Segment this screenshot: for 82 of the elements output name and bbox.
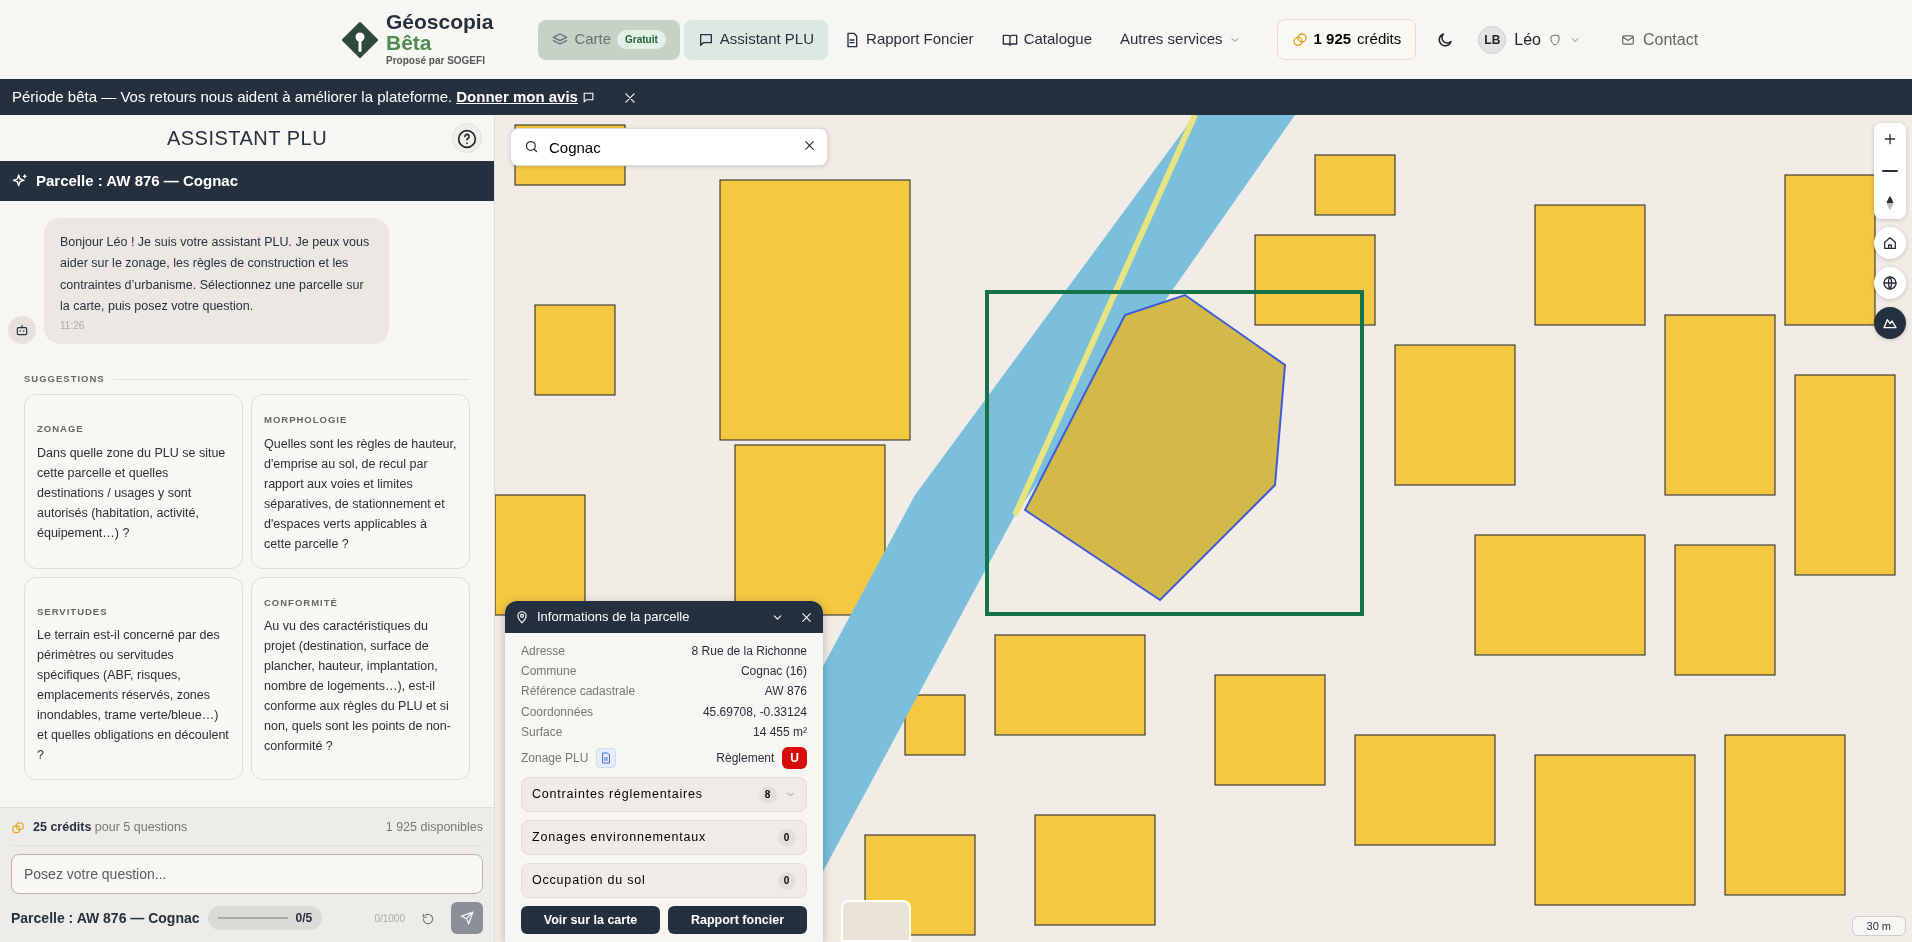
count-badge: 0 — [778, 828, 796, 847]
close-icon — [800, 610, 813, 624]
field-value: 8 Rue de la Richonne — [691, 642, 807, 660]
map-drawing[interactable] — [495, 115, 1912, 942]
nav-tab[interactable]: Assistant PLU — [683, 19, 829, 60]
field-label: Référence cadastrale — [521, 683, 636, 701]
envelope-icon — [1621, 32, 1635, 47]
question-quota: 0/5 — [207, 906, 323, 930]
action-button[interactable]: Rapport foncier — [668, 906, 807, 934]
map-control-button[interactable] — [1874, 187, 1906, 219]
message-time: 11:26 — [60, 319, 86, 333]
accordion-header[interactable]: Occupation du sol 0 — [521, 863, 807, 898]
globe-icon — [1882, 275, 1898, 291]
document-icon — [600, 751, 613, 764]
zone-badge[interactable]: U — [782, 746, 807, 769]
feedback-link[interactable]: Donner mon avis — [456, 85, 578, 109]
chat-message: Bonjour Léo ! Je suis votre assistant PLU. Je peux vous aider sur le zonage, les règles de construction et les contraintes d’urbanisme. Sélectionnez une parcelle sur la carte, puis posez votre question. 11:26 — [44, 218, 389, 344]
question-field[interactable]: Posez votre question... — [11, 854, 483, 894]
user-avatar: LB — [1478, 25, 1507, 54]
suggestion-card[interactable]: MORPHOLOGIE Quelles sont les règles de hauteur, d'emprise au sol, de recul par rapport aux voies et limites séparatives, de stationnement et d'espaces verts applicables à cette parcelle ? — [251, 394, 470, 569]
accordion-header[interactable]: Contraintes réglementaires 8 — [521, 777, 807, 812]
zoom-in-icon — [1882, 131, 1898, 147]
field-value: 14 455 m² — [752, 724, 807, 742]
nav-tab[interactable]: Catalogue — [989, 19, 1104, 60]
field-label: Zonage PLU — [521, 749, 589, 767]
clear-button[interactable] — [803, 139, 816, 152]
help-icon — [457, 128, 477, 149]
shield-icon — [1549, 33, 1561, 46]
chat-bubble-icon — [697, 31, 714, 48]
map-search-field[interactable]: Cognac — [510, 128, 828, 166]
free-badge: Gratuit — [617, 30, 666, 49]
close-icon — [622, 90, 637, 105]
search-icon — [524, 139, 539, 154]
diamond-pin-logo-icon — [342, 20, 378, 59]
parcel-label: Parcelle : AW 876 — Cognac — [11, 908, 200, 928]
sparkles-icon — [12, 173, 28, 189]
help-button[interactable] — [452, 123, 482, 153]
tagline: Proposé par SOGEFI — [386, 54, 486, 68]
coins-icon — [1291, 31, 1308, 48]
robot-icon — [15, 323, 29, 337]
field-label: Surface — [521, 724, 563, 742]
send-icon — [460, 911, 474, 925]
nav-tab[interactable]: Autres services — [1108, 19, 1253, 60]
layers-icon — [552, 31, 569, 48]
accordion-header[interactable]: Zonages environnementaux 0 — [521, 820, 807, 855]
count-badge: 8 — [759, 785, 777, 804]
map-pin-icon — [515, 609, 529, 624]
document-button[interactable] — [596, 747, 617, 768]
parcel-title: Parcelle : AW 876 — Cognac — [36, 170, 239, 191]
user-menu-button[interactable]: LB Léo — [1466, 19, 1593, 60]
field-value: Cognac (16) — [740, 663, 807, 681]
panel-title: ASSISTANT PLU — [166, 126, 328, 151]
basemap-thumbnail[interactable] — [841, 900, 911, 942]
credits-available: 1 925 disponibles — [385, 819, 483, 837]
close-icon — [803, 139, 816, 152]
count-badge: 0 — [778, 871, 796, 890]
field-label: Règlement — [716, 749, 775, 767]
field-label: Coordonnées — [521, 703, 594, 721]
refresh-icon — [421, 911, 435, 926]
nav-tab[interactable]: Carte Gratuit — [538, 19, 680, 60]
nav-tab[interactable]: Rapport Foncier — [832, 19, 986, 60]
panel-title: Informations de la parcelle — [537, 607, 690, 626]
credits-button[interactable]: 1 925 crédits — [1276, 19, 1417, 60]
coins-icon — [11, 820, 25, 835]
character-count: 0/1000 — [374, 911, 405, 926]
section-label: SUGGESTIONS — [24, 372, 105, 386]
chat-bubble-icon — [581, 90, 595, 104]
field-value: 45.69708, -0.33124 — [702, 703, 807, 721]
home-icon — [1882, 235, 1898, 251]
brand-name: Géoscopia — [386, 11, 494, 32]
suggestion-card[interactable]: SERVITUDES Le terrain est-il concerné par des périmètres ou servitudes spécifiques (ABF, risques, emplacements réservés, zones inondables, trame verte/bleue…) et quelles obligations en découlent ? — [24, 576, 243, 780]
action-button[interactable]: Voir sur la carte — [521, 906, 660, 934]
credit-cost: 25 crédits pour 5 questions — [33, 819, 188, 837]
beta-notice: Période bêta — Vos retours nous aident à améliorer la plateforme. — [12, 86, 453, 107]
suggestion-card[interactable]: CONFORMITÉ Au vu des caractéristiques du projet (destination, surface de plancher, hauteur, implantation, nombre de logements…), est-il conforme aux règles du PLU et si non, quels sont les points de non-conformité ? — [251, 576, 470, 780]
contact-link[interactable]: Contact — [1609, 21, 1711, 58]
edition-label: Bêta — [386, 32, 432, 53]
send-button[interactable] — [451, 902, 483, 934]
field-value: AW 876 — [764, 683, 807, 701]
field-label: Adresse — [521, 642, 566, 660]
field-label: Commune — [521, 663, 577, 681]
suggestion-card[interactable]: ZONAGE Dans quelle zone du PLU se situe cette parcelle et quelles destinations / usages y sont autorisés (habitation, activité, équipement…) ? — [24, 394, 243, 569]
